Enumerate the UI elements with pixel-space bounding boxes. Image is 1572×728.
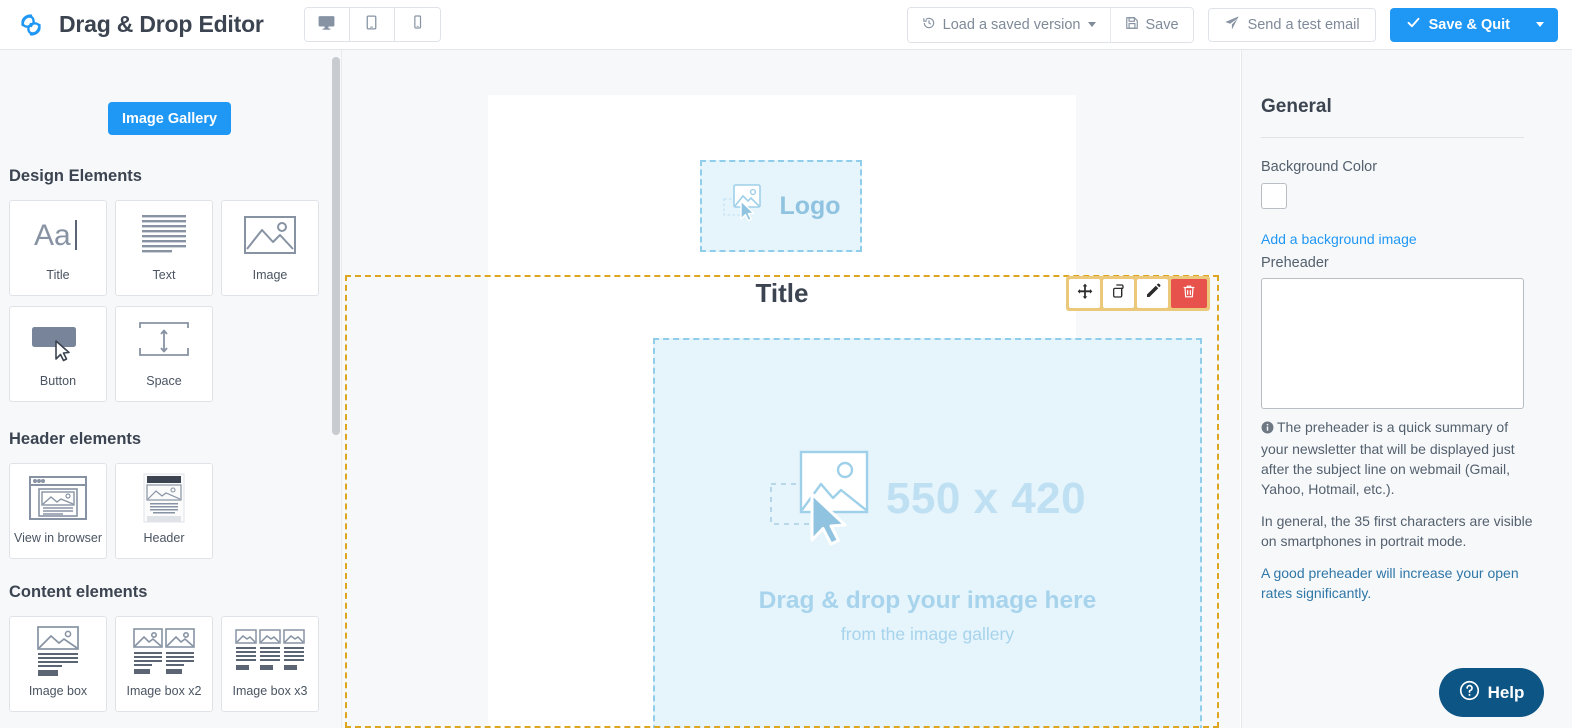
preheader-open-rates-link[interactable]: A good preheader will increase your open… bbox=[1261, 563, 1533, 603]
element-tile-text[interactable]: Text bbox=[115, 200, 213, 296]
element-tile-image-box[interactable]: Image box bbox=[9, 616, 107, 712]
sidebar-scrollbar-thumb[interactable] bbox=[332, 57, 340, 435]
device-tablet-button[interactable] bbox=[349, 8, 395, 41]
element-tile-label: Image box x3 bbox=[232, 684, 308, 698]
help-paragraph-2-text: In general, the 35 first characters are … bbox=[1261, 513, 1533, 549]
save-and-quit-button[interactable]: Save & Quit bbox=[1389, 7, 1558, 42]
spiral-logo-icon bbox=[16, 10, 46, 40]
logo-placeholder-block[interactable]: Logo bbox=[700, 160, 862, 252]
image-box-icon bbox=[10, 617, 106, 685]
move-arrows-icon bbox=[1077, 283, 1093, 304]
element-tile-label: View in browser bbox=[13, 531, 102, 545]
preheader-label: Preheader bbox=[1261, 255, 1329, 271]
element-tile-space[interactable]: Space bbox=[115, 306, 213, 402]
vertical-spacer-icon bbox=[116, 307, 212, 375]
element-tile-label: Space bbox=[146, 374, 182, 388]
background-color-label: Background Color bbox=[1261, 159, 1378, 175]
help-button[interactable]: Help bbox=[1439, 668, 1544, 717]
floppy-disk-icon bbox=[1125, 16, 1139, 34]
picture-icon bbox=[222, 201, 318, 269]
properties-panel: General Background Color Add a backgroun… bbox=[1241, 50, 1572, 728]
block-action-toolbar bbox=[1066, 276, 1210, 311]
element-tile-label: Title bbox=[46, 268, 70, 282]
text-cursor-aa-icon: Aa bbox=[10, 201, 106, 269]
element-tile-title[interactable]: Aa Title bbox=[9, 200, 107, 296]
divider bbox=[1261, 137, 1524, 138]
device-mobile-button[interactable] bbox=[394, 8, 440, 41]
picture-cursor-icon bbox=[721, 181, 771, 232]
button-pointer-icon bbox=[10, 307, 106, 375]
logo-placeholder-label: Logo bbox=[779, 191, 841, 220]
element-tile-image-box-x2[interactable]: Image box x2 bbox=[115, 616, 213, 712]
element-tile-label: Image box bbox=[28, 684, 88, 698]
element-tile-label: Header bbox=[143, 531, 185, 545]
preheader-help-text: The preheader is a quick summary of your… bbox=[1261, 417, 1533, 615]
send-test-email-label: Send a test email bbox=[1247, 16, 1360, 33]
section-heading-header-elements: Header elements bbox=[9, 430, 142, 448]
load-saved-version-label: Load a saved version bbox=[942, 16, 1081, 33]
browser-window-icon bbox=[10, 464, 106, 532]
version-save-group: Load a saved version Save bbox=[906, 6, 1194, 43]
image-gallery-button[interactable]: Image Gallery bbox=[108, 102, 231, 135]
element-tile-label: Image box x2 bbox=[126, 684, 202, 698]
background-color-swatch[interactable] bbox=[1261, 183, 1287, 209]
svg-text:Aa: Aa bbox=[34, 219, 71, 252]
element-tile-label: Text bbox=[152, 268, 176, 282]
chevron-down-icon bbox=[1087, 22, 1096, 27]
help-paragraph-1-text: The preheader is a quick summary of your… bbox=[1261, 419, 1515, 497]
preheader-input[interactable] bbox=[1261, 278, 1524, 409]
header-layout-icon bbox=[116, 464, 212, 532]
image-box-x2-icon bbox=[116, 617, 212, 685]
check-icon bbox=[1406, 15, 1421, 34]
page-title: Drag & Drop Editor bbox=[59, 11, 264, 37]
copy-icon bbox=[1111, 283, 1127, 304]
trash-icon bbox=[1181, 283, 1197, 305]
properties-panel-title: General bbox=[1261, 96, 1332, 117]
info-circle-icon bbox=[1261, 419, 1274, 439]
brand: Drag & Drop Editor bbox=[16, 10, 264, 40]
pencil-icon bbox=[1145, 283, 1161, 304]
tablet-icon bbox=[363, 14, 380, 36]
element-tile-label: Button bbox=[39, 374, 77, 388]
elements-sidebar: Image Gallery Design Elements Aa Title T… bbox=[0, 50, 330, 728]
editor-workspace: Logo Title 550 x 420 Drag & drop your im… bbox=[342, 50, 1240, 728]
send-test-email-button[interactable]: Send a test email bbox=[1207, 7, 1376, 42]
delete-block-button[interactable] bbox=[1171, 279, 1207, 308]
history-icon bbox=[922, 16, 936, 34]
device-desktop-button[interactable] bbox=[304, 8, 350, 41]
top-actions: Load a saved version Save Send a test em… bbox=[906, 6, 1558, 43]
section-heading-design-elements: Design Elements bbox=[9, 167, 142, 185]
load-saved-version-button[interactable]: Load a saved version bbox=[907, 7, 1111, 42]
element-tile-image[interactable]: Image bbox=[221, 200, 319, 296]
selected-block-outline[interactable] bbox=[345, 275, 1219, 728]
duplicate-block-button[interactable] bbox=[1103, 279, 1134, 308]
question-circle-icon bbox=[1459, 680, 1480, 706]
element-tile-label: Image bbox=[252, 268, 288, 282]
help-button-label: Help bbox=[1487, 682, 1525, 702]
device-preview-toggle[interactable] bbox=[303, 7, 441, 42]
top-toolbar: Drag & Drop Editor Load a saved version … bbox=[0, 0, 1572, 50]
mobile-icon bbox=[411, 14, 424, 35]
element-tile-view-in-browser[interactable]: View in browser bbox=[9, 463, 107, 559]
desktop-icon bbox=[317, 13, 336, 37]
image-box-x3-icon bbox=[222, 617, 318, 685]
paragraph-lines-icon bbox=[116, 201, 212, 269]
element-tile-header[interactable]: Header bbox=[115, 463, 213, 559]
save-button[interactable]: Save bbox=[1110, 7, 1193, 42]
edit-block-button[interactable] bbox=[1137, 279, 1168, 308]
chevron-down-icon[interactable] bbox=[1536, 22, 1544, 27]
paper-plane-icon bbox=[1224, 15, 1240, 35]
element-tile-button[interactable]: Button bbox=[9, 306, 107, 402]
add-background-image-link[interactable]: Add a background image bbox=[1261, 231, 1417, 247]
preheader-help-paragraph-1: The preheader is a quick summary of your… bbox=[1261, 417, 1533, 499]
save-label: Save bbox=[1145, 16, 1179, 33]
save-and-quit-label: Save & Quit bbox=[1428, 16, 1510, 33]
section-heading-content-elements: Content elements bbox=[9, 583, 148, 601]
move-block-button[interactable] bbox=[1069, 279, 1100, 308]
element-tile-image-box-x3[interactable]: Image box x3 bbox=[221, 616, 319, 712]
